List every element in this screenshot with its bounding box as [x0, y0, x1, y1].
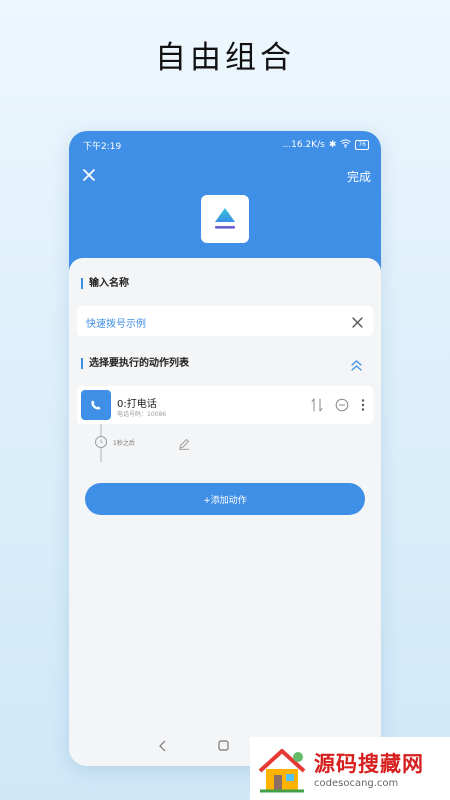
- clear-icon[interactable]: [351, 314, 364, 328]
- battery-indicator: 76: [355, 140, 369, 150]
- action-list-item[interactable]: 0:打电话 电话号码：10086: [77, 386, 373, 424]
- name-input-value[interactable]: 快速拨号示例: [86, 315, 146, 330]
- watermark-url: codesocang.com: [314, 778, 399, 789]
- wifi-icon: [340, 139, 352, 151]
- nav-back-icon[interactable]: [158, 740, 168, 755]
- bluetooth-icon: ✱: [328, 140, 337, 150]
- content-card: 输入名称 快速拨号示例 选择要执行的动作列表 0:打电话 电话号码：10086: [69, 258, 381, 728]
- collapse-icon[interactable]: [350, 357, 363, 371]
- action-row-controls: [311, 397, 365, 416]
- nav-home-icon[interactable]: [217, 740, 229, 754]
- watermark-text: 源码搜藏网 codesocang.com: [314, 748, 424, 789]
- remove-icon[interactable]: [335, 397, 349, 416]
- delay-label: 1秒之后: [113, 440, 135, 447]
- done-button[interactable]: 完成: [347, 168, 371, 185]
- action-subtitle: 电话号码：10086: [117, 411, 167, 418]
- phone-call-icon: [81, 390, 111, 420]
- headline: 自由组合: [155, 40, 295, 76]
- action-title: 0:打电话: [117, 399, 157, 410]
- more-icon[interactable]: [361, 397, 365, 416]
- reorder-icon[interactable]: [311, 397, 323, 416]
- close-icon[interactable]: [81, 167, 97, 183]
- watermark-house-logo: [258, 748, 306, 792]
- status-right: ...16.2K/s ✱ 76: [283, 139, 369, 151]
- action-app-icon[interactable]: [201, 195, 249, 243]
- edit-icon[interactable]: [178, 435, 190, 450]
- name-field[interactable]: 快速拨号示例: [77, 306, 373, 336]
- status-bar: 下午2:19 ...16.2K/s ✱ 76: [83, 137, 369, 153]
- watermark-name: 源码搜藏网: [314, 752, 424, 776]
- phone-screen: 下午2:19 ...16.2K/s ✱ 76 完成 输入名称 快速拨号示例 选择…: [69, 131, 381, 766]
- action-section-title: 选择要执行的动作列表: [81, 358, 189, 369]
- add-action-button[interactable]: +添加动作: [85, 483, 365, 515]
- watermark: 源码搜藏网 codesocang.com: [250, 737, 450, 800]
- status-time: 下午2:19: [83, 141, 122, 152]
- name-section-title: 输入名称: [81, 278, 129, 289]
- clock-icon: [95, 436, 107, 448]
- network-speed: ...16.2K/s: [282, 140, 325, 150]
